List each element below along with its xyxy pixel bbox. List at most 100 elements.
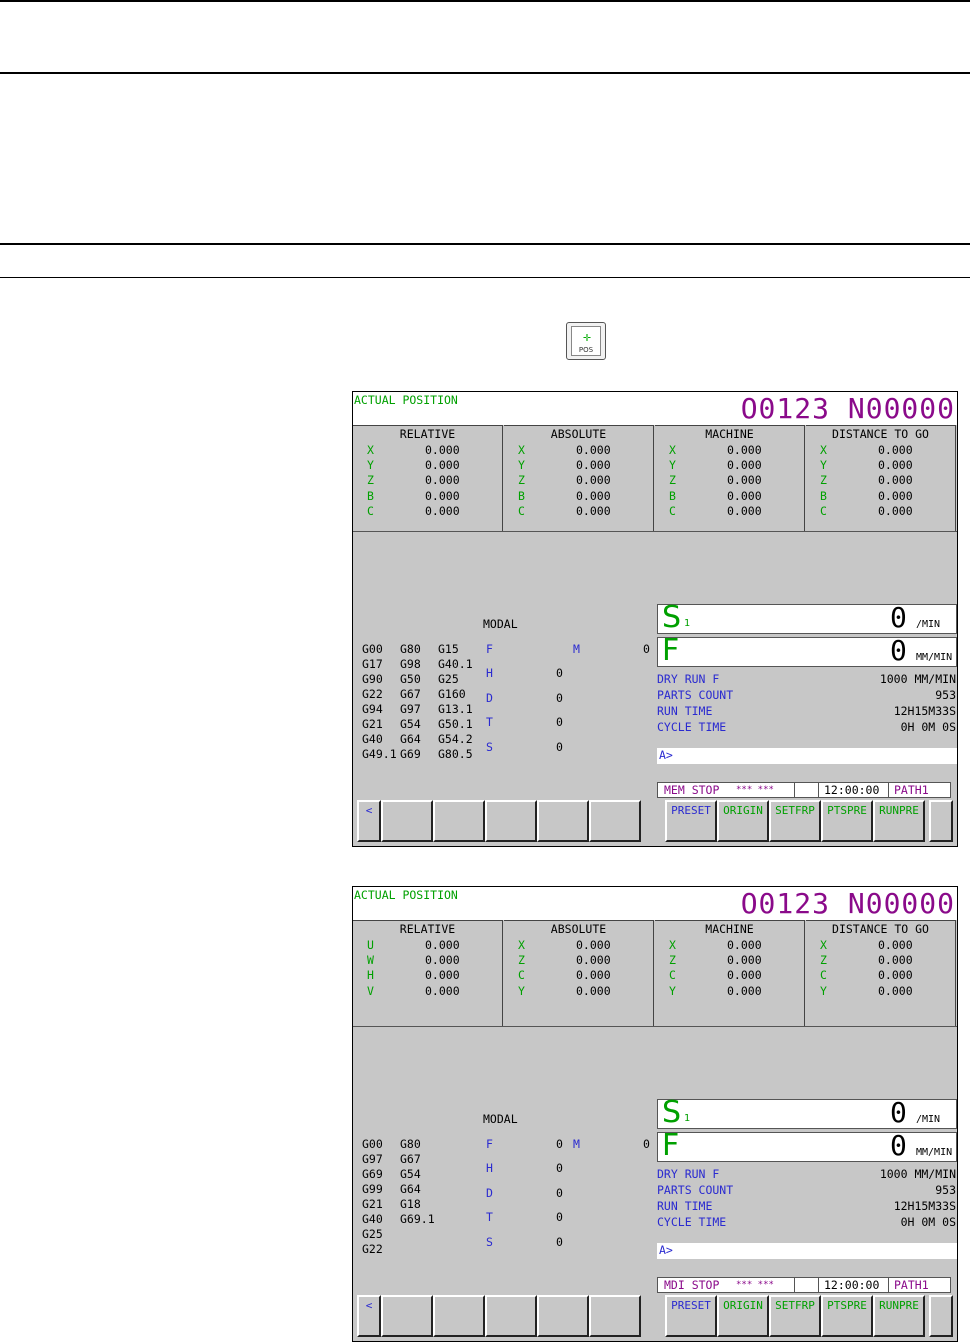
position-crosshair-icon: ✛ — [583, 330, 591, 345]
axis-value: 0.000 — [425, 473, 460, 488]
cnc-screen-1: ACTUAL POSITION O0123 N00000 RELATIVE X 0.… — [352, 391, 958, 847]
softkey-preset[interactable]: PRESET — [665, 800, 717, 842]
modal-header: MODAL — [483, 1112, 518, 1126]
softkey-blank[interactable] — [485, 800, 537, 842]
status-separator — [794, 1278, 795, 1292]
softkey-preset[interactable]: PRESET — [665, 1295, 717, 1337]
spindle-speed-value: 0 — [890, 601, 907, 634]
softkey-back[interactable]: < — [357, 800, 381, 842]
axis-value: 0.000 — [727, 458, 762, 473]
position-panel-absolute: ABSOLUTE X 0.000 Z 0.000 C 0.000 Y 0.000 — [504, 920, 654, 1026]
spindle-letter: S — [662, 600, 682, 635]
modal-gcode: G80 — [400, 642, 421, 656]
status-clock: 12:00:00 — [824, 783, 880, 797]
softkey-blank[interactable] — [929, 800, 953, 842]
modal-gcode: G00 — [362, 642, 383, 656]
axis-name: Z — [367, 473, 374, 488]
axis-name: X — [518, 443, 525, 457]
section-rule — [0, 243, 970, 245]
axis-name: Z — [669, 953, 676, 968]
axis-name: Y — [518, 458, 525, 473]
softkey-origin[interactable]: ORIGIN — [717, 800, 769, 842]
axis-name: H — [367, 968, 374, 983]
modal-gcode: G22 — [362, 1242, 383, 1256]
softkey-blank[interactable] — [381, 800, 433, 842]
modal-value: 0 — [556, 1185, 563, 1200]
command-prompt[interactable]: A> — [657, 748, 957, 764]
section-rule-thin — [0, 277, 970, 278]
modal-gcode: G40 — [362, 732, 383, 746]
info-value: 12H15M33S — [893, 1199, 956, 1213]
modal-gcode: G22 — [362, 687, 383, 701]
panel-header: RELATIVE — [399, 427, 456, 441]
softkey-blank[interactable] — [589, 800, 641, 842]
modal-gcode: G80 — [400, 1137, 421, 1151]
status-separator — [888, 783, 889, 797]
softkey-blank[interactable] — [537, 800, 589, 842]
axis-name: V — [367, 983, 374, 998]
softkey-row: < PRESET ORIGIN SETFRP PTSPRE RUNPRE — [357, 800, 955, 846]
panel-header: MACHINE — [705, 922, 754, 936]
softkey-ptspre[interactable]: PTSPRE — [821, 800, 873, 842]
axis-value: 0.000 — [576, 953, 611, 968]
modal-gcode: G69 — [362, 1167, 383, 1181]
softkey-blank[interactable] — [485, 1295, 537, 1337]
divider — [353, 531, 957, 532]
axis-value: 0.000 — [425, 443, 460, 457]
softkey-blank[interactable] — [433, 1295, 485, 1337]
position-panel-machine: MACHINE X 0.000 Y 0.000 Z 0.000 B 0.000 C 0.000 — [655, 425, 805, 531]
feed-letter: F — [662, 633, 680, 668]
modal-label: D — [486, 1185, 493, 1200]
status-path: PATH1 — [894, 783, 929, 797]
title-bar: ACTUAL POSITION O0123 N00000 — [353, 887, 957, 920]
softkey-blank[interactable] — [929, 1295, 953, 1337]
softkey-blank[interactable] — [589, 1295, 641, 1337]
axis-value: 0.000 — [878, 443, 913, 457]
softkey-blank[interactable] — [537, 1295, 589, 1337]
command-prompt[interactable]: A> — [657, 1243, 957, 1259]
panel-header: MACHINE — [705, 427, 754, 441]
modal-value: 0 — [556, 1210, 563, 1224]
modal-label: S — [486, 739, 493, 754]
status-alarm: *** *** — [736, 1280, 774, 1290]
softkey-setfrp[interactable]: SETFRP — [769, 1295, 821, 1337]
position-panel-distance-to-go: DISTANCE TO GO X 0.000 Z 0.000 C 0.000 Y 0.000 — [806, 920, 956, 1026]
softkey-blank[interactable] — [433, 800, 485, 842]
modal-f-label: F — [486, 642, 493, 656]
info-value: 12H15M33S — [893, 704, 956, 718]
info-label: RUN TIME — [657, 1199, 713, 1213]
axis-name: C — [518, 503, 525, 518]
axis-name: X — [669, 938, 676, 952]
axis-value: 0.000 — [878, 488, 913, 503]
axis-value: 0.000 — [727, 443, 762, 457]
softkey-ptspre[interactable]: PTSPRE — [821, 1295, 873, 1337]
axis-value: 0.000 — [878, 503, 913, 518]
axis-value: 0.000 — [576, 938, 611, 952]
status-separator — [794, 783, 795, 797]
modal-gcode: G17 — [362, 657, 383, 671]
pos-function-key[interactable]: ✛ POS — [566, 322, 606, 360]
info-value: 953 — [935, 688, 956, 702]
axis-value: 0.000 — [576, 458, 611, 473]
axis-value: 0.000 — [425, 503, 460, 518]
softkey-blank[interactable] — [381, 1295, 433, 1337]
modal-m-label: M — [573, 1137, 580, 1151]
modal-gcode: G90 — [362, 672, 383, 686]
modal-gcode: G64 — [400, 1182, 421, 1196]
spindle-speed-unit: /MIN — [916, 619, 941, 630]
softkey-back[interactable]: < — [357, 1295, 381, 1337]
modal-gcode: G13.1 — [438, 702, 473, 716]
modal-gcode: G97 — [400, 702, 421, 716]
axis-name: C — [669, 503, 676, 518]
screen-title: ACTUAL POSITION — [354, 888, 458, 902]
softkey-runpre[interactable]: RUNPRE — [873, 800, 925, 842]
header-rule — [0, 72, 970, 74]
axis-value: 0.000 — [425, 458, 460, 473]
modal-m-value: 0 — [643, 642, 650, 656]
axis-value: 0.000 — [576, 968, 611, 983]
softkey-origin[interactable]: ORIGIN — [717, 1295, 769, 1337]
modal-label: H — [486, 666, 493, 680]
softkey-setfrp[interactable]: SETFRP — [769, 800, 821, 842]
softkey-runpre[interactable]: RUNPRE — [873, 1295, 925, 1337]
status-alarm: *** *** — [736, 785, 774, 795]
